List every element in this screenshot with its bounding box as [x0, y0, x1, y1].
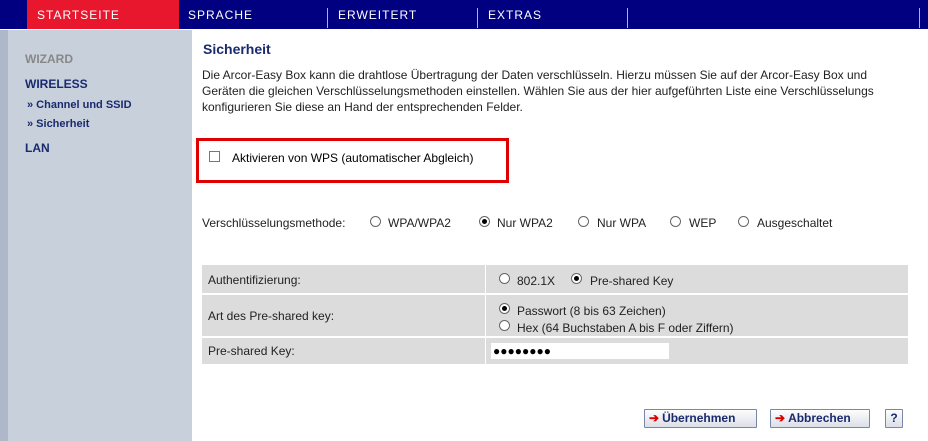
tab-startseite[interactable]: STARTSEITE — [27, 0, 179, 29]
arrow-right-icon: ➔ — [775, 411, 786, 425]
help-icon: ? — [890, 411, 898, 425]
sidebar-item-channel-ssid[interactable]: » Channel und SSID — [27, 99, 132, 111]
auth-8021x-label: 802.1X — [517, 274, 556, 288]
tab-sprache[interactable]: SPRACHE — [178, 0, 328, 29]
psk-passwort-label: Passwort (8 bis 63 Zeichen) — [517, 304, 666, 318]
wps-label: Aktivieren von WPS (automatischer Abglei… — [232, 151, 474, 165]
intro-line: konfigurieren Sie diese an Hand der ents… — [202, 100, 523, 114]
tab-extras[interactable]: EXTRAS — [478, 0, 628, 29]
apply-button[interactable]: ➔ Übernehmen — [644, 409, 757, 428]
apply-button-label: Übernehmen — [662, 411, 736, 425]
radio-hex[interactable] — [499, 320, 510, 331]
tab-startseite-label: STARTSEITE — [37, 8, 120, 22]
opt-nur-wpa-label: Nur WPA — [597, 216, 647, 230]
auth-label: Authentifizierung: — [208, 273, 301, 287]
psk-input[interactable]: ●●●●●●●● — [491, 343, 669, 359]
table-cell-label: Authentifizierung: — [202, 265, 486, 293]
radio-wep[interactable] — [670, 216, 681, 227]
sidebar: WIZARD WIRELESS » Channel und SSID » Sic… — [0, 30, 192, 441]
radio-wpa-wpa2[interactable] — [370, 216, 381, 227]
sidebar-item-sicherheit[interactable]: » Sicherheit — [27, 118, 89, 130]
opt-ausgeschaltet-label: Ausgeschaltet — [757, 216, 833, 230]
radio-nur-wpa[interactable] — [578, 216, 589, 227]
top-nav: STARTSEITE SPRACHE ERWEITERT EXTRAS — [0, 0, 928, 30]
psk-type-label: Art des Pre-shared key: — [208, 309, 335, 323]
encryption-label: Verschlüsselungsmethode: — [202, 216, 346, 230]
sidebar-item-lan[interactable]: LAN — [25, 141, 50, 155]
wps-highlight-box: Aktivieren von WPS (automatischer Abglei… — [196, 138, 509, 183]
table-cell-label: Art des Pre-shared key: — [202, 295, 486, 336]
cancel-button-label: Abbrechen — [788, 411, 851, 425]
tab-erweitert-label: ERWEITERT — [338, 8, 418, 22]
table-row-psk-type: Art des Pre-shared key: Passwort (8 bis … — [202, 295, 908, 336]
intro-line: Die Arcor-Easy Box kann die drahtlose Üb… — [202, 68, 867, 82]
sidebar-item-wireless[interactable]: WIRELESS — [25, 77, 88, 91]
wps-checkbox[interactable] — [209, 151, 220, 162]
help-button[interactable]: ? — [885, 409, 903, 428]
radio-ausgeschaltet[interactable] — [738, 216, 749, 227]
opt-wpa-wpa2-label: WPA/WPA2 — [388, 216, 451, 230]
opt-wep-label: WEP — [689, 216, 717, 230]
auth-psk-label: Pre-shared Key — [590, 274, 674, 288]
sidebar-item-wizard[interactable]: WIZARD — [25, 52, 73, 66]
table-cell-label: Pre-shared Key: — [202, 338, 486, 364]
nav-divider — [627, 8, 628, 28]
radio-8021x[interactable] — [499, 273, 510, 284]
radio-nur-wpa2[interactable] — [479, 216, 490, 227]
intro-text: Die Arcor-Easy Box kann die drahtlose Üb… — [202, 67, 926, 115]
psk-label: Pre-shared Key: — [208, 344, 295, 358]
psk-hex-label: Hex (64 Buchstaben A bis F oder Ziffern) — [517, 321, 734, 335]
opt-nur-wpa2-label: Nur WPA2 — [497, 216, 553, 230]
nav-divider — [919, 8, 920, 28]
table-row-auth: Authentifizierung: 802.1X Pre-shared Key — [202, 265, 908, 293]
cancel-button[interactable]: ➔ Abbrechen — [770, 409, 870, 428]
tab-sprache-label: SPRACHE — [188, 8, 254, 22]
table-row-psk: Pre-shared Key: ●●●●●●●● — [202, 338, 908, 364]
arrow-right-icon: ➔ — [649, 411, 660, 425]
radio-passwort[interactable] — [499, 303, 510, 314]
intro-line: Geräten die gleichen Verschlüsselungsmet… — [202, 84, 874, 98]
page-title: Sicherheit — [203, 41, 271, 57]
sidebar-edge — [0, 30, 8, 441]
radio-preshared-key[interactable] — [571, 273, 582, 284]
tab-extras-label: EXTRAS — [488, 8, 543, 22]
tab-erweitert[interactable]: ERWEITERT — [328, 0, 478, 29]
